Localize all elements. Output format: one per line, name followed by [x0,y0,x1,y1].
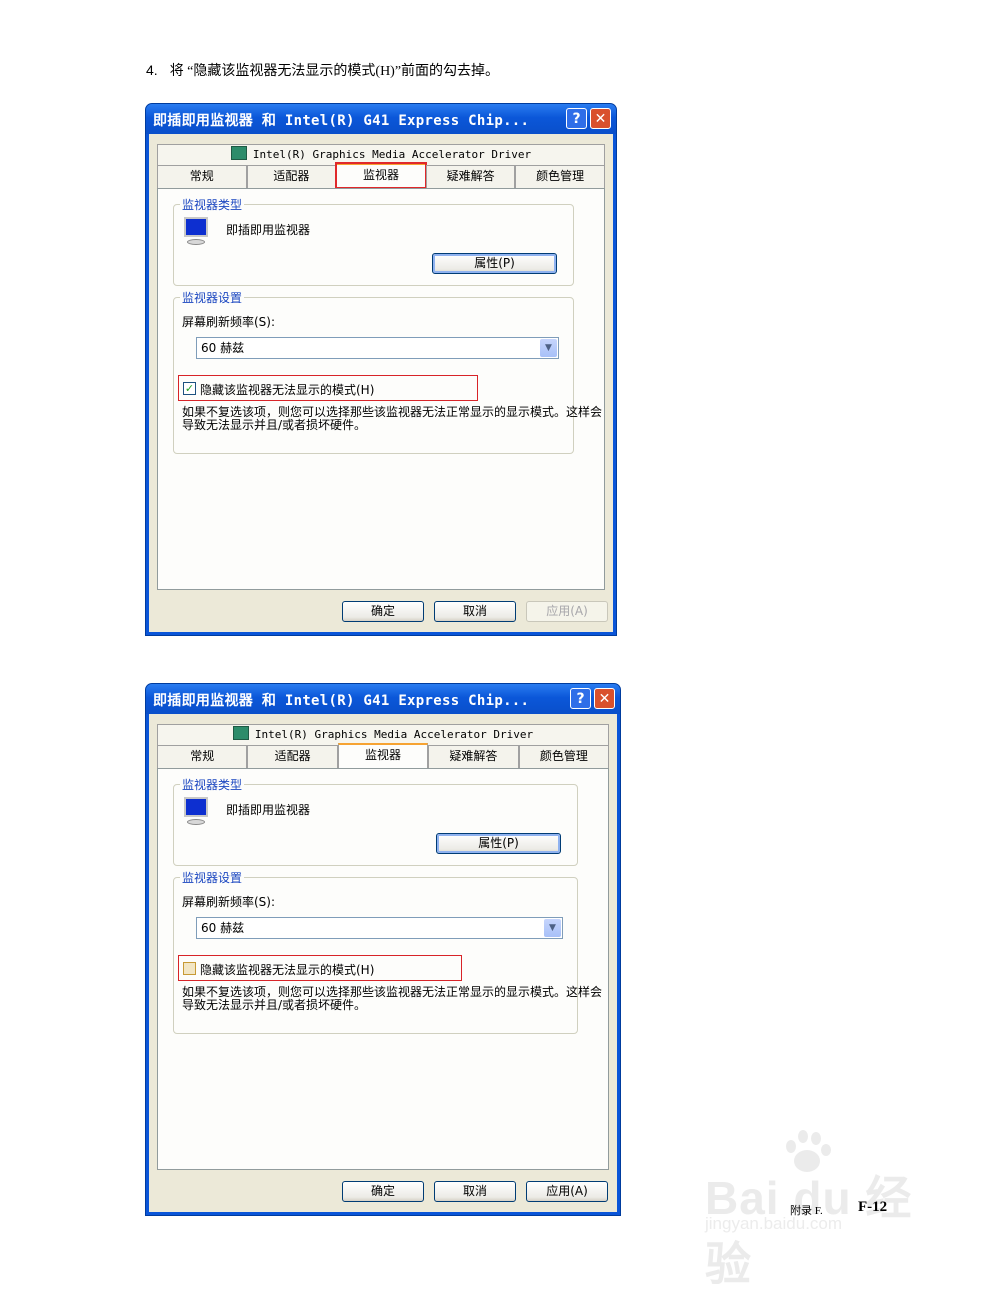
monitor-settings-group-label: 监视器设置 [180,289,245,306]
watermark-text: Bai du 经验 [705,1172,913,1290]
properties-button[interactable]: 属性(P) [436,833,561,854]
hide-modes-checkbox[interactable] [183,962,196,975]
refresh-rate-value: 60 赫兹 [201,921,245,935]
tab-general[interactable]: 常规 [157,745,248,768]
paw-icon [780,1130,832,1178]
monitor-icon [184,217,210,249]
step-number: 4. [146,62,158,78]
monitor-settings-group-label: 监视器设置 [180,869,245,886]
refresh-rate-select[interactable]: 60 赫兹 ▼ [196,337,559,359]
refresh-rate-value: 60 赫兹 [201,341,245,355]
monitor-type-group-label: 监视器类型 [180,776,245,793]
apply-button[interactable]: 应用(A) [526,1181,608,1202]
instruction-step: 4. 将 “隐藏该监视器无法显示的模式(H)”前面的勾去掉。 [146,60,499,80]
tab-troubleshoot[interactable]: 疑难解答 [425,165,516,188]
dialog-buttons: 确定 取消 应用(A) [149,601,613,622]
tab-troubleshoot[interactable]: 疑难解答 [428,745,519,768]
help-button[interactable]: ? [570,688,591,709]
refresh-rate-select[interactable]: 60 赫兹 ▼ [196,917,563,939]
tab-general[interactable]: 常规 [157,165,247,188]
monitor-type-group-label: 监视器类型 [180,196,245,213]
monitor-name: 即插即用监视器 [226,803,311,817]
close-button[interactable]: ✕ [590,108,611,129]
appendix-label: 附录 F. [790,1205,823,1217]
hide-modes-row[interactable]: 隐藏该监视器无法显示的模式(H) [178,955,462,981]
tab-intel-driver[interactable]: Intel(R) Graphics Media Accelerator Driv… [157,144,605,165]
monitor-name: 即插即用监视器 [226,223,311,237]
monitor-tab-panel: 监视器类型 即插即用监视器 属性(P) 监视器设置 屏幕刷新频率(S): 60 … [157,768,609,1170]
monitor-tab-panel: 监视器类型 即插即用监视器 属性(P) 监视器设置 屏幕刷新频率(S): 60 … [157,188,605,590]
cancel-button[interactable]: 取消 [434,1181,516,1202]
baidu-jingyan-watermark: Bai du 经验 jingyan.baidu.com [700,1130,930,1290]
hide-modes-label[interactable]: 隐藏该监视器无法显示的模式(H) [200,381,374,398]
monitor-type-group: 监视器类型 即插即用监视器 属性(P) [173,776,578,866]
tab-adapter[interactable]: 适配器 [246,165,337,188]
dialog-client-area: Intel(R) Graphics Media Accelerator Driv… [149,714,617,1212]
intel-driver-icon [230,146,247,160]
tab-strip: Intel(R) Graphics Media Accelerator Driv… [157,724,610,768]
hide-modes-row[interactable]: ✓ 隐藏该监视器无法显示的模式(H) [178,375,478,401]
tab-strip: Intel(R) Graphics Media Accelerator Driv… [157,144,605,189]
hide-modes-checkbox[interactable]: ✓ [183,382,196,395]
title-bar[interactable]: 即插即用监视器 和 Intel(R) G41 Express Chip... ?… [146,684,620,714]
ok-button[interactable]: 确定 [342,601,424,622]
monitor-settings-group: 监视器设置 屏幕刷新频率(S): 60 赫兹 ▼ ✓ 隐藏该监视器无法显示的模式… [173,289,602,454]
tab-monitor[interactable]: 监视器 [335,162,427,189]
display-properties-dialog-after: 即插即用监视器 和 Intel(R) G41 Express Chip... ?… [145,683,621,1216]
monitor-settings-group: 监视器设置 屏幕刷新频率(S): 60 赫兹 ▼ 隐藏该监视器无法显示的模式(H… [173,869,602,1034]
tab-adapter[interactable]: 适配器 [247,745,338,768]
cancel-button[interactable]: 取消 [434,601,516,622]
refresh-rate-label: 屏幕刷新频率(S): [182,895,276,909]
close-button[interactable]: ✕ [594,688,615,709]
tab-intel-driver-label: Intel(R) Graphics Media Accelerator Driv… [252,148,532,161]
title-bar[interactable]: 即插即用监视器 和 Intel(R) G41 Express Chip... ?… [146,104,616,134]
hide-modes-label[interactable]: 隐藏该监视器无法显示的模式(H) [200,961,374,978]
tab-intel-driver[interactable]: Intel(R) Graphics Media Accelerator Driv… [157,724,609,745]
chevron-down-icon[interactable]: ▼ [544,919,561,937]
monitor-type-group: 监视器类型 即插即用监视器 属性(P) [173,196,574,286]
dialog-title: 即插即用监视器 和 Intel(R) G41 Express Chip... [153,693,530,709]
monitor-icon [184,797,210,829]
hide-modes-description: 如果不复选该项，则您可以选择那些该监视器无法正常显示的显示模式。这样会导致无法显… [182,405,603,432]
help-button[interactable]: ? [566,108,587,129]
apply-button[interactable]: 应用(A) [526,601,608,622]
page-number: F-12 [858,1199,888,1215]
dialog-buttons: 确定 取消 应用(A) [149,1181,617,1202]
tab-intel-driver-label: Intel(R) Graphics Media Accelerator Driv… [254,728,534,741]
chevron-down-icon[interactable]: ▼ [540,339,557,357]
ok-button[interactable]: 确定 [342,1181,424,1202]
dialog-client-area: Intel(R) Graphics Media Accelerator Driv… [149,134,613,632]
hide-modes-description: 如果不复选该项，则您可以选择那些该监视器无法正常显示的显示模式。这样会导致无法显… [182,985,603,1012]
refresh-rate-label: 屏幕刷新频率(S): [182,315,276,329]
tab-monitor[interactable]: 监视器 [337,743,429,768]
step-text: 将 “隐藏该监视器无法显示的模式(H)”前面的勾去掉。 [169,64,500,79]
display-properties-dialog-before: 即插即用监视器 和 Intel(R) G41 Express Chip... ?… [145,103,617,636]
intel-driver-icon [232,726,249,740]
tab-color-management[interactable]: 颜色管理 [515,165,605,188]
dialog-title: 即插即用监视器 和 Intel(R) G41 Express Chip... [153,113,530,129]
properties-button[interactable]: 属性(P) [432,253,557,274]
tab-color-management[interactable]: 颜色管理 [518,745,610,768]
